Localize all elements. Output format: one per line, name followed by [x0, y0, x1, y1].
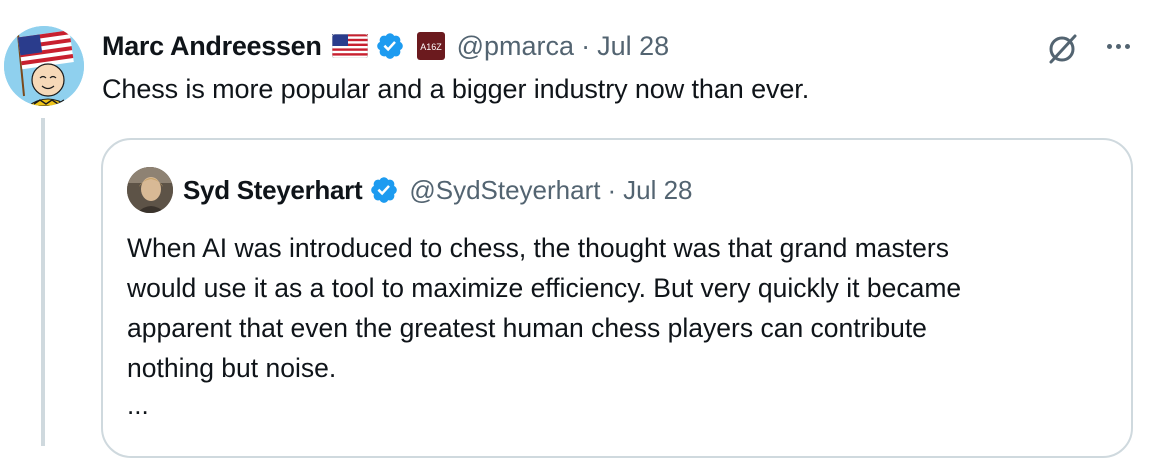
quoted-text-line: would use it as a tool to maximize effic…	[127, 273, 962, 303]
quoted-post-truncation: ...	[127, 390, 149, 420]
separator-dot: ·	[607, 174, 617, 205]
quoted-author-name[interactable]: Syd Steyerhart	[183, 175, 363, 206]
post-date[interactable]: Jul 28	[597, 31, 669, 62]
quoted-post-date[interactable]: Jul 28	[623, 175, 692, 206]
author-handle[interactable]: @pmarca	[457, 31, 574, 62]
more-options-icon[interactable]	[1098, 28, 1138, 64]
svg-text:A16Z: A16Z	[420, 42, 442, 52]
verified-badge-icon[interactable]	[369, 175, 399, 205]
quoted-text-line: When AI was introduced to chess, the tho…	[127, 233, 949, 263]
verified-badge-icon[interactable]	[375, 31, 405, 61]
separator-dot: ·	[581, 30, 591, 61]
quoted-post-card[interactable]: Syd Steyerhart @SydSteyerhart · Jul 28 W…	[101, 138, 1133, 458]
post-header: Marc Andreessen A16Z @pmarca · Jul 28	[102, 26, 669, 66]
quoted-post-header: Syd Steyerhart @SydSteyerhart · Jul 28	[127, 167, 693, 213]
post-text: Chess is more popular and a bigger indus…	[102, 74, 810, 104]
us-flag-icon	[331, 33, 369, 59]
quoted-author-handle[interactable]: @SydSteyerhart	[409, 175, 600, 206]
quoted-text-line: apparent that even the greatest human ch…	[127, 313, 927, 343]
quoted-text-line: nothing but noise.	[127, 353, 337, 383]
quoted-author-avatar[interactable]	[127, 167, 173, 213]
author-avatar[interactable]	[4, 26, 84, 106]
a16z-affiliation-icon[interactable]: A16Z	[416, 32, 445, 60]
author-name[interactable]: Marc Andreessen	[102, 31, 322, 62]
thread-line	[41, 118, 45, 446]
grok-icon[interactable]	[1043, 30, 1081, 68]
quoted-post-text: When AI was introduced to chess, the tho…	[127, 228, 1117, 388]
